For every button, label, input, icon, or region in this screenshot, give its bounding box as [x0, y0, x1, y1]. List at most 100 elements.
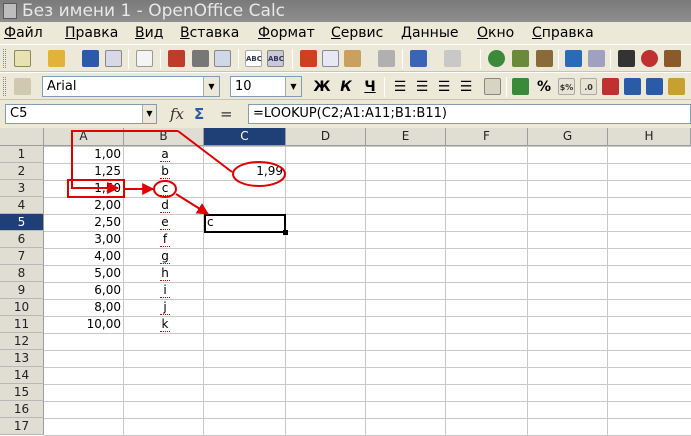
menu-window[interactable]: Окно	[477, 22, 514, 44]
delete-decimal-icon[interactable]	[602, 78, 619, 95]
chart-icon[interactable]	[565, 50, 582, 67]
undo-icon[interactable]	[410, 50, 427, 67]
align-center-icon[interactable]: ☰	[412, 77, 432, 97]
cell-a5[interactable]: 2,50	[44, 214, 124, 231]
cell-a8[interactable]: 5,00	[44, 265, 124, 282]
align-right-icon[interactable]: ☰	[434, 77, 454, 97]
menu-insert[interactable]: Вставка	[180, 22, 239, 44]
chevron-down-icon[interactable]: ▼	[142, 105, 156, 123]
cell-b5[interactable]: e	[160, 214, 170, 231]
column-header-c[interactable]: C	[204, 128, 286, 146]
spreadsheet-grid[interactable]: A B C D E F G H 1 2 3 4 5 6 7 8 9 10 11 12 13 14 15 16 17 1,00 1,2…	[0, 128, 691, 436]
underline-button[interactable]: Ч	[360, 77, 380, 97]
row-header-12[interactable]: 12	[0, 333, 44, 350]
row-header-3[interactable]: 3	[0, 180, 44, 197]
cell-b8[interactable]: h	[160, 265, 170, 282]
print-icon[interactable]	[192, 50, 209, 67]
row-header-5[interactable]: 5	[0, 214, 44, 231]
currency-format-icon[interactable]	[512, 78, 529, 95]
cell-a11[interactable]: 10,00	[44, 316, 124, 333]
row-header-13[interactable]: 13	[0, 350, 44, 367]
edit-file-icon[interactable]	[136, 50, 153, 67]
cell-a7[interactable]: 4,00	[44, 248, 124, 265]
cell-b6[interactable]: f	[160, 231, 170, 248]
chevron-down-icon[interactable]: ▼	[285, 77, 301, 96]
row-header-11[interactable]: 11	[0, 316, 44, 333]
function-wizard-button[interactable]: fx	[170, 105, 184, 123]
sort-ascending-icon[interactable]	[512, 50, 529, 67]
borders-icon[interactable]	[668, 78, 685, 95]
function-button[interactable]: =	[220, 105, 233, 123]
sort-descending-icon[interactable]	[536, 50, 553, 67]
row-header-14[interactable]: 14	[0, 367, 44, 384]
row-header-15[interactable]: 15	[0, 384, 44, 401]
font-size-select[interactable]: 10 ▼	[230, 76, 302, 97]
find-replace-icon[interactable]	[618, 50, 635, 67]
cell-b4[interactable]: d	[160, 197, 170, 214]
cell-b11[interactable]: k	[160, 316, 170, 333]
cell-a10[interactable]: 8,00	[44, 299, 124, 316]
add-decimal-icon[interactable]: .0	[580, 78, 597, 95]
menu-help[interactable]: Справка	[532, 22, 594, 44]
styles-formatting-icon[interactable]	[14, 78, 31, 95]
show-draw-functions-icon[interactable]	[588, 50, 605, 67]
name-box[interactable]: C5 ▼	[5, 104, 157, 124]
align-left-icon[interactable]: ☰	[390, 77, 410, 97]
row-header-9[interactable]: 9	[0, 282, 44, 299]
redo-icon[interactable]	[444, 50, 461, 67]
merge-cells-icon[interactable]	[484, 78, 501, 95]
cell-b7[interactable]: g	[160, 248, 170, 265]
new-document-icon[interactable]	[14, 50, 31, 67]
menu-data[interactable]: Данные	[401, 22, 459, 44]
row-header-16[interactable]: 16	[0, 401, 44, 418]
standard-format-icon[interactable]: $%	[558, 78, 575, 95]
column-header-f[interactable]: F	[446, 128, 528, 146]
cell-a3[interactable]: 1,50	[44, 180, 124, 197]
save-icon[interactable]	[82, 50, 99, 67]
copy-icon[interactable]	[322, 50, 339, 67]
navigator-icon[interactable]	[641, 50, 658, 67]
clone-formatting-icon[interactable]	[378, 50, 395, 67]
cell-b9[interactable]: i	[160, 282, 170, 299]
menu-edit[interactable]: Правка	[65, 22, 118, 44]
cell-b2[interactable]: b	[160, 163, 170, 180]
percent-format-button[interactable]: %	[534, 77, 554, 97]
column-header-h[interactable]: H	[608, 128, 691, 146]
row-header-4[interactable]: 4	[0, 197, 44, 214]
decrease-indent-icon[interactable]	[624, 78, 641, 95]
select-all-corner[interactable]	[0, 128, 44, 146]
row-header-7[interactable]: 7	[0, 248, 44, 265]
menu-tools[interactable]: Сервис	[331, 22, 383, 44]
cell-b3[interactable]: c	[160, 180, 170, 197]
active-cell-cursor[interactable]	[204, 214, 288, 235]
menu-file[interactable]: Файл	[4, 22, 43, 44]
row-header-17[interactable]: 17	[0, 418, 44, 435]
column-header-a[interactable]: A	[44, 128, 124, 146]
cell-a4[interactable]: 2,00	[44, 197, 124, 214]
column-header-b[interactable]: B	[124, 128, 204, 146]
formula-input[interactable]: =LOOKUP(C2;A1:A11;B1:B11)	[248, 104, 691, 124]
open-folder-icon[interactable]	[48, 50, 65, 67]
bold-button[interactable]: Ж	[312, 77, 332, 97]
toolbar-grip[interactable]	[3, 77, 6, 96]
gallery-icon[interactable]	[664, 50, 681, 67]
column-header-g[interactable]: G	[528, 128, 608, 146]
cell-b10[interactable]: j	[160, 299, 170, 316]
cell-a6[interactable]: 3,00	[44, 231, 124, 248]
row-header-10[interactable]: 10	[0, 299, 44, 316]
cell-c2[interactable]: 1,99	[204, 163, 286, 180]
italic-button[interactable]: К	[336, 77, 356, 97]
row-header-2[interactable]: 2	[0, 163, 44, 180]
page-preview-icon[interactable]	[214, 50, 231, 67]
cut-icon[interactable]	[300, 50, 317, 67]
cell-a1[interactable]: 1,00	[44, 146, 124, 163]
paste-icon[interactable]	[344, 50, 361, 67]
hyperlink-icon[interactable]	[488, 50, 505, 67]
spellcheck-icon[interactable]: ABC	[245, 50, 262, 67]
cell-b1[interactable]: a	[160, 146, 170, 163]
cell-a9[interactable]: 6,00	[44, 282, 124, 299]
email-icon[interactable]	[105, 50, 122, 67]
toolbar-grip[interactable]	[3, 49, 6, 68]
increase-indent-icon[interactable]	[646, 78, 663, 95]
column-header-e[interactable]: E	[366, 128, 446, 146]
